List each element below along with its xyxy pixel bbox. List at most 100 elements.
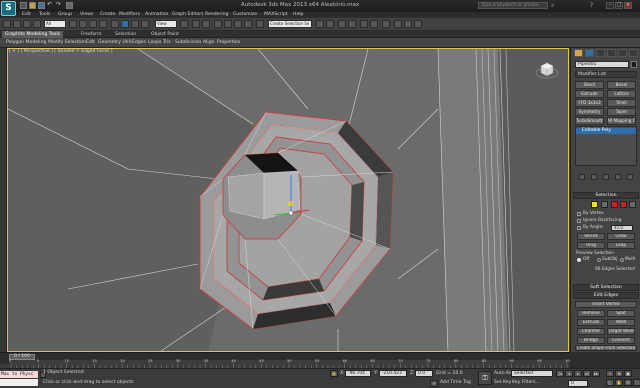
y-coord-field[interactable]: -210.423	[379, 370, 407, 377]
percent-snap-icon[interactable]	[234, 20, 242, 28]
edit-edges-rollout-header[interactable]: Edit Edges	[573, 292, 639, 299]
element-mode-icon[interactable]	[629, 201, 636, 208]
named-selection-dropdown[interactable]: Create Selection Se	[268, 20, 312, 28]
keyboard-shortcut-icon[interactable]	[202, 20, 210, 28]
make-unique-icon[interactable]	[603, 174, 609, 180]
go-to-start-icon[interactable]: |◂	[556, 370, 564, 377]
set-key-icon[interactable]: ⚿	[478, 371, 492, 385]
viewcube-icon[interactable]	[534, 58, 560, 80]
modifier-symmetry-button[interactable]: Symmetry	[575, 108, 604, 116]
modifier-extrude-button[interactable]: Extrude	[575, 90, 604, 98]
key-filters-button[interactable]: Key Filters...	[512, 380, 540, 385]
mirror-icon[interactable]	[316, 20, 324, 28]
set-key-button[interactable]: Set Key	[494, 380, 511, 385]
selected-mode-dropdown[interactable]: Selected	[511, 370, 553, 377]
motion-tab-icon[interactable]	[607, 49, 616, 57]
layer-manager-icon[interactable]	[338, 20, 346, 28]
spinner-snap-icon[interactable]	[244, 20, 252, 28]
help-icon[interactable]: ?	[590, 2, 593, 9]
tab-freeform[interactable]: Freeform	[78, 31, 104, 38]
selection-rollout-header[interactable]: Selection	[573, 192, 639, 199]
select-and-move-icon[interactable]	[111, 20, 119, 28]
pivot-center-icon[interactable]	[180, 20, 188, 28]
material-editor-icon[interactable]	[382, 20, 390, 28]
orbit-icon[interactable]: ⟳	[624, 379, 632, 386]
tab-object-paint[interactable]: Object Paint	[148, 31, 182, 38]
ribbon-geometry-all[interactable]: Geometry (All)	[98, 38, 132, 48]
window-crossing-icon[interactable]	[99, 20, 107, 28]
modifier-turbosmooth-button[interactable]: TurboSmooth	[575, 117, 604, 125]
edge-mode-icon[interactable]	[601, 201, 608, 208]
stack-item-editable-poly[interactable]: Editable Poly	[576, 128, 636, 134]
modify-tab-icon[interactable]	[585, 49, 594, 57]
shrink-button[interactable]: Shrink	[577, 233, 605, 240]
ribbon-edges[interactable]: Edges	[132, 38, 146, 48]
ring-button[interactable]: Ring	[577, 242, 605, 249]
rendered-frame-window-icon[interactable]	[404, 20, 412, 28]
pin-stack-icon[interactable]	[579, 174, 585, 180]
angle-snap-icon[interactable]	[224, 20, 232, 28]
configure-modifier-sets-icon[interactable]	[627, 174, 633, 180]
tab-selection[interactable]: Selection	[112, 31, 139, 38]
unlink-icon[interactable]	[23, 20, 31, 28]
rectangular-selection-icon[interactable]	[89, 20, 97, 28]
polygon-mode-icon[interactable]	[620, 201, 627, 208]
new-file-icon[interactable]	[20, 2, 27, 9]
go-to-end-icon[interactable]: ▸▸	[592, 370, 600, 377]
ribbon-align[interactable]: Align	[203, 38, 215, 48]
select-object-icon[interactable]	[69, 20, 77, 28]
ribbon-polygon-modeling[interactable]: Polygon Modeling	[6, 38, 46, 48]
selection-filter-dropdown[interactable]: All	[44, 20, 66, 28]
edit-named-selection-icon[interactable]	[256, 20, 264, 28]
render-production-icon[interactable]	[414, 20, 422, 28]
ribbon-subdivision[interactable]: Subdivision	[175, 38, 201, 48]
create-shape-button[interactable]: Create Shape From Selection	[575, 345, 637, 351]
schematic-view-icon[interactable]	[370, 20, 378, 28]
curve-editor-icon[interactable]	[360, 20, 368, 28]
select-manipulate-icon[interactable]	[192, 20, 200, 28]
modifier-shell-button[interactable]: Shell	[607, 99, 636, 107]
by-angle-value[interactable]: 45.0	[611, 225, 633, 231]
next-frame-icon[interactable]: ▸|	[583, 370, 591, 377]
pan-icon[interactable]: ✋	[615, 379, 623, 386]
open-file-icon[interactable]	[29, 2, 36, 9]
maximize-viewport-icon[interactable]: ⛶	[633, 379, 640, 386]
select-and-scale-icon[interactable]	[131, 20, 139, 28]
maximize-button[interactable]: □	[615, 2, 623, 9]
loop-button[interactable]: Loop	[607, 242, 635, 249]
select-by-name-icon[interactable]	[79, 20, 87, 28]
redo-icon[interactable]: ↷	[56, 2, 63, 9]
viewport-label[interactable]: [ + ] [ Perspective ] [ Shaded + Edged F…	[9, 49, 113, 54]
add-time-tag-icon[interactable]: +	[430, 380, 438, 387]
modifier-lattice-button[interactable]: Lattice	[607, 90, 636, 98]
maxscript-listener[interactable]: Max to Physc	[0, 371, 38, 387]
soft-selection-rollout-header[interactable]: Soft Selection	[573, 284, 639, 291]
ribbon-edit[interactable]: Edit	[86, 38, 95, 48]
align-icon[interactable]	[326, 20, 334, 28]
tab-graphite-modeling-tools[interactable]: Graphite Modeling Tools	[2, 31, 64, 38]
bridge-button[interactable]: Bridge	[577, 337, 605, 344]
zoom-all-icon[interactable]: ⊕	[615, 370, 623, 377]
play-icon[interactable]: ▸	[574, 370, 582, 377]
field-of-view-icon[interactable]: ◺	[606, 379, 614, 386]
maxscript-line-1[interactable]: Max to Physc	[0, 371, 38, 378]
object-color-swatch[interactable]	[631, 61, 637, 68]
search-input[interactable]: Type a keyword or phrase	[478, 2, 548, 9]
utilities-tab-icon[interactable]	[629, 49, 638, 57]
ribbon-tris[interactable]: Tris	[163, 38, 171, 48]
extrude-button[interactable]: Extrude	[577, 319, 605, 326]
zoom-extents-icon[interactable]: ▣	[624, 370, 632, 377]
ribbon-loops[interactable]: Loops	[148, 38, 161, 48]
reference-coordinate-dropdown[interactable]: View	[155, 20, 177, 28]
preview-multi-radio[interactable]	[620, 258, 624, 262]
render-setup-icon[interactable]	[394, 20, 402, 28]
by-vertex-checkbox[interactable]	[577, 212, 581, 216]
insert-vertex-button[interactable]: Insert Vertex	[575, 301, 637, 308]
undo-button-icon[interactable]	[3, 20, 11, 28]
ignore-backfacing-checkbox[interactable]	[577, 219, 581, 223]
zoom-icon[interactable]: ⌕	[606, 370, 614, 377]
chamfer-button[interactable]: Chamfer	[577, 328, 605, 335]
remove-button[interactable]: Remove	[577, 310, 605, 317]
weld-button[interactable]: Weld	[607, 319, 635, 326]
select-and-place-icon[interactable]	[141, 20, 149, 28]
